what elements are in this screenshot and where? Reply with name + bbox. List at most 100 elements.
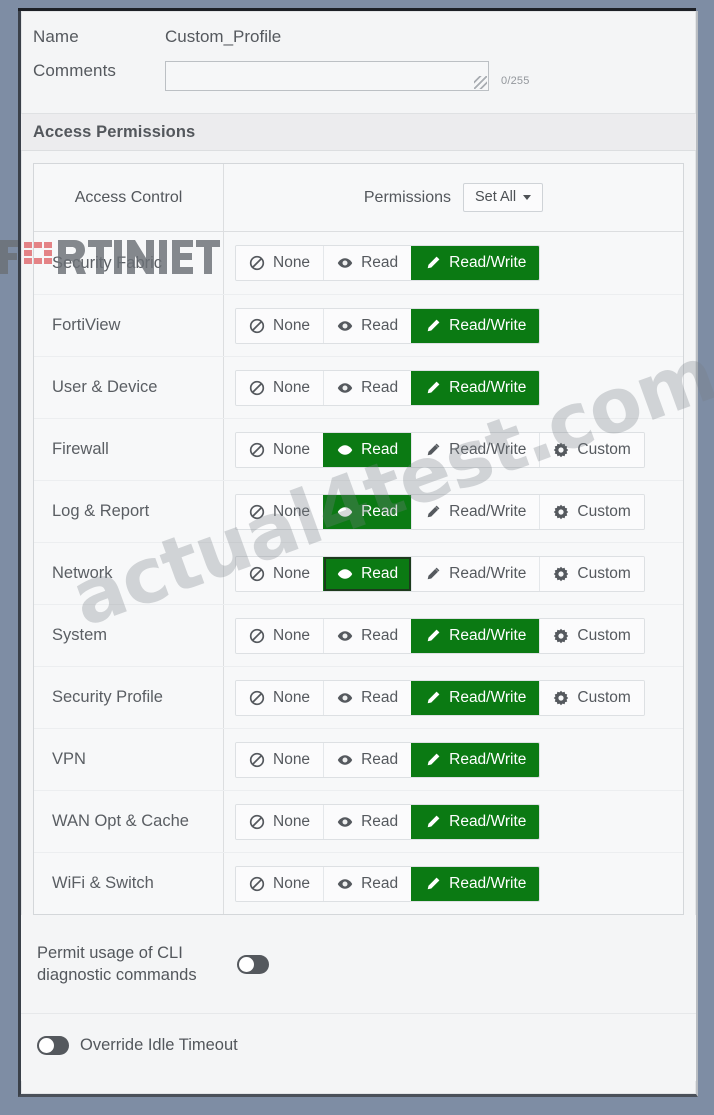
permission-option-label: Read <box>361 502 399 520</box>
permission-option-read-write[interactable]: Read/Write <box>411 866 540 901</box>
comments-input[interactable] <box>165 61 489 91</box>
permission-option-custom[interactable]: Custom <box>539 618 644 653</box>
permission-option-read-write[interactable]: Read/Write <box>411 246 540 280</box>
permission-segmented-control: None Read Read/Write <box>235 865 541 902</box>
none-icon <box>249 566 265 582</box>
permission-segmented-control: None Read Read/Write Custom <box>235 617 645 654</box>
cli-diagnostic-toggle[interactable] <box>237 955 269 975</box>
table-row: WAN Opt & Cache None Read Read/Write <box>34 790 683 852</box>
override-idle-timeout-toggle[interactable] <box>37 1035 69 1055</box>
permission-option-label: Read/Write <box>449 812 527 830</box>
permission-cell: None Read Read/Write Custom <box>224 481 683 542</box>
none-icon <box>249 442 265 458</box>
table-header-row: Access Control Permissions Set All <box>34 164 683 232</box>
permission-cell: None Read Read/Write Custom <box>224 419 683 480</box>
read-write-icon <box>425 752 441 768</box>
permission-option-custom[interactable]: Custom <box>539 494 644 529</box>
permission-option-none[interactable]: None <box>236 866 324 901</box>
permission-option-read-write[interactable]: Read/Write <box>411 804 540 839</box>
permission-option-read-write[interactable]: Read/Write <box>411 556 540 591</box>
permission-option-read[interactable]: Read <box>323 370 412 405</box>
access-control-name: System <box>34 605 224 666</box>
permission-option-label: None <box>273 378 311 396</box>
permission-option-label: Read <box>361 378 399 396</box>
permission-option-read-write[interactable]: Read/Write <box>411 432 540 467</box>
permission-option-label: None <box>273 440 311 458</box>
permission-option-none[interactable]: None <box>236 432 324 467</box>
none-icon <box>249 752 265 768</box>
custom-icon <box>553 504 569 520</box>
table-row: Network None Read Read/Write Custom <box>34 542 683 604</box>
cli-diagnostic-label: Permit usage of CLI diagnostic commands <box>37 944 197 984</box>
access-control-name: Firewall <box>34 419 224 480</box>
access-control-name: Log & Report <box>34 481 224 542</box>
name-label: Name <box>33 27 79 46</box>
read-icon <box>337 504 353 520</box>
permission-option-none[interactable]: None <box>236 246 324 280</box>
read-write-icon <box>425 318 441 334</box>
permission-segmented-control: None Read Read/Write Custom <box>235 431 645 468</box>
permission-option-label: Read/Write <box>449 440 527 458</box>
permission-option-read[interactable]: Read <box>323 556 412 591</box>
permission-option-none[interactable]: None <box>236 556 324 591</box>
custom-icon <box>553 442 569 458</box>
read-write-icon <box>425 628 441 644</box>
permission-segmented-control: None Read Read/Write <box>235 803 541 840</box>
set-all-dropdown[interactable]: Set All <box>463 183 544 212</box>
access-control-name: WAN Opt & Cache <box>34 791 224 852</box>
permission-option-read-write[interactable]: Read/Write <box>411 308 540 343</box>
permission-option-read[interactable]: Read <box>323 680 412 715</box>
permission-option-read[interactable]: Read <box>323 246 412 280</box>
permission-option-none[interactable]: None <box>236 680 324 715</box>
read-write-icon <box>425 566 441 582</box>
comments-label: Comments <box>33 61 116 80</box>
permission-option-label: Read/Write <box>449 254 527 271</box>
custom-icon <box>553 566 569 582</box>
permission-segmented-control: None Read Read/Write <box>235 245 541 281</box>
permission-option-none[interactable]: None <box>236 618 324 653</box>
table-body: Security Fabric None Read Read/Write FortiVi… <box>34 232 683 914</box>
read-icon <box>337 690 353 706</box>
permission-option-custom[interactable]: Custom <box>539 432 644 467</box>
cli-diagnostic-row: Permit usage of CLI diagnostic commands <box>21 915 696 1013</box>
read-icon <box>337 255 353 271</box>
column-header-permissions: Permissions Set All <box>224 164 683 231</box>
permission-option-none[interactable]: None <box>236 308 324 343</box>
permission-option-read[interactable]: Read <box>323 618 412 653</box>
permission-option-label: Read <box>361 626 399 644</box>
permission-option-label: None <box>273 688 311 706</box>
profile-editor-panel: Name Custom_Profile Comments 0/255 Acces… <box>18 11 698 1097</box>
permission-option-label: None <box>273 564 311 582</box>
permission-option-custom[interactable]: Custom <box>539 680 644 715</box>
permission-cell: None Read Read/Write <box>224 357 683 418</box>
none-icon <box>249 814 265 830</box>
permission-option-read[interactable]: Read <box>323 866 412 901</box>
permission-option-none[interactable]: None <box>236 370 324 405</box>
permission-option-read-write[interactable]: Read/Write <box>411 618 540 653</box>
permission-option-read-write[interactable]: Read/Write <box>411 494 540 529</box>
permission-option-read[interactable]: Read <box>323 742 412 777</box>
none-icon <box>249 318 265 334</box>
access-control-name: User & Device <box>34 357 224 418</box>
permission-option-read[interactable]: Read <box>323 804 412 839</box>
permission-option-read[interactable]: Read <box>323 432 412 467</box>
permission-option-none[interactable]: None <box>236 494 324 529</box>
access-control-name: Security Fabric <box>34 232 224 294</box>
permission-option-label: Read <box>361 564 399 582</box>
permission-option-custom[interactable]: Custom <box>539 556 644 591</box>
permission-option-read[interactable]: Read <box>323 308 412 343</box>
read-write-icon <box>425 814 441 830</box>
permission-option-read-write[interactable]: Read/Write <box>411 370 540 405</box>
none-icon <box>249 628 265 644</box>
permission-option-read-write[interactable]: Read/Write <box>411 742 540 777</box>
permission-option-read[interactable]: Read <box>323 494 412 529</box>
permission-option-label: Read <box>361 874 399 892</box>
permission-segmented-control: None Read Read/Write <box>235 369 541 406</box>
permission-option-none[interactable]: None <box>236 742 324 777</box>
read-write-icon <box>425 690 441 706</box>
permission-option-label: None <box>273 874 311 892</box>
access-control-name: FortiView <box>34 295 224 356</box>
permission-option-none[interactable]: None <box>236 804 324 839</box>
resize-grip-icon[interactable] <box>474 76 487 89</box>
permission-option-read-write[interactable]: Read/Write <box>411 680 540 715</box>
